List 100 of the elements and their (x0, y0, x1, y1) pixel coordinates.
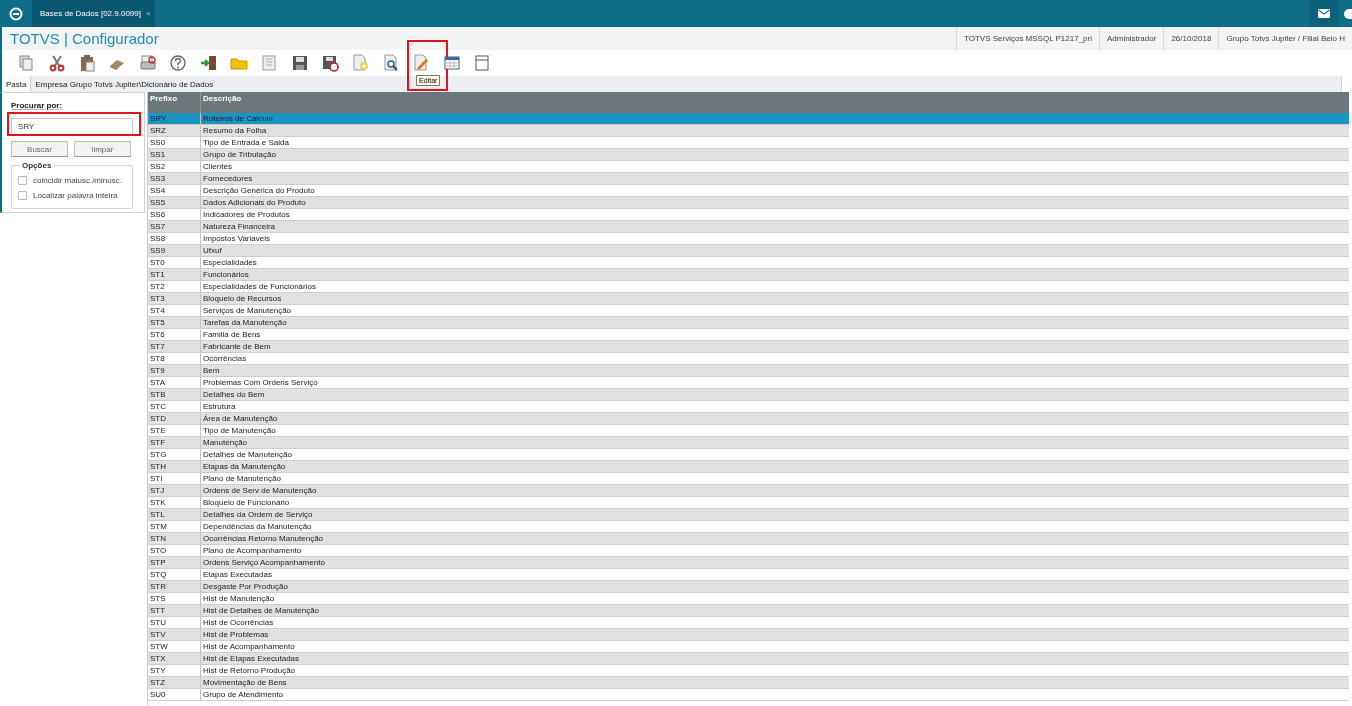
table-row[interactable]: STG Detalhes de Manutenção (148, 449, 1349, 461)
table-row[interactable]: SS4 Descrição Genérica do Produto (148, 185, 1349, 197)
table-row[interactable]: SS2 Clientes (148, 161, 1349, 173)
table-cell: SU0 (148, 689, 201, 700)
table-cell: SS5 (148, 197, 201, 208)
table-row[interactable]: SS5 Dados Adicionais do Produto (148, 197, 1349, 209)
table-row[interactable]: SS1 Grupo de Tributação (148, 149, 1349, 161)
table-cell-text: Indicadores de Produtos (202, 209, 290, 220)
table-row[interactable]: ST7 Fabricante de Bem (148, 341, 1349, 353)
table-row[interactable]: SS8 Impostos Variaveis (148, 233, 1349, 245)
help-icon[interactable] (169, 54, 188, 72)
table-cell: SS9 (148, 245, 201, 256)
printer-icon[interactable] (138, 54, 157, 72)
save-icon[interactable] (321, 54, 340, 72)
copy-icon[interactable] (17, 54, 36, 72)
calendar-icon[interactable] (442, 54, 461, 72)
panel-button[interactable]: limpar (74, 141, 131, 157)
table-row[interactable]: STE Tipo de Manutenção (148, 425, 1349, 437)
table-row[interactable]: STJ Ordens de Serv de Manutenção (148, 485, 1349, 497)
table-row[interactable]: SU0 Grupo de Atendimento (148, 689, 1349, 701)
checkbox[interactable] (18, 191, 27, 200)
table-cell-text: Grupo de Atendimento (202, 689, 284, 700)
table-row[interactable]: STT Hist de Detalhes de Manutenção (148, 605, 1349, 617)
table-cell: STC (148, 401, 201, 412)
table-row[interactable]: STV Hist de Problemas (148, 629, 1349, 641)
table-row[interactable]: STC Estrutura (148, 401, 1349, 413)
table-cell: ST5 (148, 317, 201, 328)
table-row[interactable]: STO Plano de Acompanhamento (148, 545, 1349, 557)
scissors-icon[interactable] (47, 54, 66, 72)
table-row[interactable]: STN Ocorrências Retorno Manutenção (148, 533, 1349, 545)
table-row[interactable]: ST6 Familia de Bens (148, 329, 1349, 341)
table-cell: STD (148, 413, 201, 424)
table-row[interactable]: STU Hist de Ocorrências (148, 617, 1349, 629)
table-row[interactable]: STQ Etapas Executadas (148, 569, 1349, 581)
table-cell-text: Hist de Etapas Executadas (202, 653, 300, 664)
table-row[interactable]: STP Ordens Serviço Acompanhamento (148, 557, 1349, 569)
table-cell-text: Bem (202, 365, 220, 376)
table-cell-text: Fornecedores (202, 173, 253, 184)
table-cell: ST7 (148, 341, 201, 352)
table-row[interactable]: ST3 Bloqueio de Recursos (148, 293, 1349, 305)
table-row[interactable]: STY Hist de Retorno Produção (148, 665, 1349, 677)
table-row[interactable]: SS3 Fornecedores (148, 173, 1349, 185)
table-cell-text: Hist de Acompanhamento (202, 641, 295, 652)
mail-icon[interactable] (1318, 9, 1330, 18)
table-cell: STY (148, 665, 201, 676)
table-row[interactable]: STM Dependências da Manutenção (148, 521, 1349, 533)
table-row[interactable]: ST5 Tarefas da Manutenção (148, 317, 1349, 329)
table-row[interactable]: SRY Roteiros de Cálculo (148, 113, 1349, 125)
table-row[interactable]: ST0 Especialidades (148, 257, 1349, 269)
table-row[interactable]: STR Desgaste Por Produção (148, 581, 1349, 593)
table-row[interactable]: STX Hist de Etapas Executadas (148, 653, 1349, 665)
column-header[interactable]: Descrição (201, 92, 244, 113)
table-row[interactable]: STH Etapas da Manutenção (148, 461, 1349, 473)
table-row[interactable]: STD Área de Manutenção (148, 413, 1349, 425)
checkbox-label[interactable]: Localizar palavra inteira (33, 191, 118, 200)
table-cell-text: Tarefas da Manutenção (202, 317, 287, 328)
table-cell: SS6 (148, 209, 201, 220)
table-row[interactable]: ST4 Serviços de Manutenção (148, 305, 1349, 317)
table-cell: STB (148, 389, 201, 400)
table-cell-text: Ordens Serviço Acompanhamento (202, 557, 325, 568)
table-row[interactable]: SS9 Ufxuf (148, 245, 1349, 257)
folder-tab[interactable]: Pasta (2, 76, 32, 92)
exit-icon[interactable] (199, 54, 218, 72)
table-row[interactable]: STW Hist de Acompanhamento (148, 641, 1349, 653)
table-row[interactable]: STK Bloqueio de Funcionário (148, 497, 1349, 509)
table-row[interactable]: ST1 Funcionários (148, 269, 1349, 281)
table-cell: ST6 (148, 329, 201, 340)
close-button[interactable]: × (145, 9, 151, 18)
table-cell-text: Bloqueio de Recursos (202, 293, 282, 304)
table-row[interactable]: STZ Movimentação de Bens (148, 677, 1349, 689)
checkbox-label[interactable]: coincidir maiusc./minusc. (33, 176, 122, 185)
logo-icon[interactable] (9, 6, 23, 21)
table-cell-text: Detalhes de Manutenção (202, 449, 292, 460)
document-search-icon[interactable] (381, 54, 400, 72)
table-cell: STN (148, 533, 201, 544)
table-row[interactable]: ST2 Especialidades de Funcionários (148, 281, 1349, 293)
table-cell-text: Etapas da Manutenção (202, 461, 286, 472)
table-row[interactable]: STB Detalhes do Bem (148, 389, 1349, 401)
save-icon[interactable] (290, 54, 309, 72)
table-row[interactable]: STL Detalhes da Ordem de Serviço (148, 509, 1349, 521)
window-tab[interactable]: Bases de Dados [02.9.0099] × (32, 0, 155, 27)
table-row[interactable]: STF Manutenção (148, 437, 1349, 449)
table-cell-text: Hist de Detalhes de Manutenção (202, 605, 320, 616)
table-row[interactable]: STI Plano de Manutenção (148, 473, 1349, 485)
document-icon[interactable] (473, 54, 492, 72)
checkbox[interactable] (18, 176, 27, 185)
panel-button[interactable]: Buscar (11, 141, 68, 157)
table-row[interactable]: SS6 Indicadores de Produtos (148, 209, 1349, 221)
table-cell: STL (148, 509, 201, 520)
table-cell-text: Hist de Ocorrências (202, 617, 274, 628)
table-row[interactable]: SS7 Natureza Financeira (148, 221, 1349, 233)
table-row[interactable]: STS Hist de Manutenção (148, 593, 1349, 605)
table-cell-text: Dependências da Manutenção (202, 521, 312, 532)
edit-icon[interactable] (412, 54, 431, 72)
table-row[interactable]: STA Problemas Com Ordens Serviço (148, 377, 1349, 389)
table-row[interactable]: SS0 Tipo de Entrada e Saida (148, 137, 1349, 149)
table-row[interactable]: SRZ Resumo da Folha (148, 125, 1349, 137)
table-cell-text: Ufxuf (202, 245, 222, 256)
table-row[interactable]: ST8 Ocorrências (148, 353, 1349, 365)
table-row[interactable]: ST9 Bem (148, 365, 1349, 377)
